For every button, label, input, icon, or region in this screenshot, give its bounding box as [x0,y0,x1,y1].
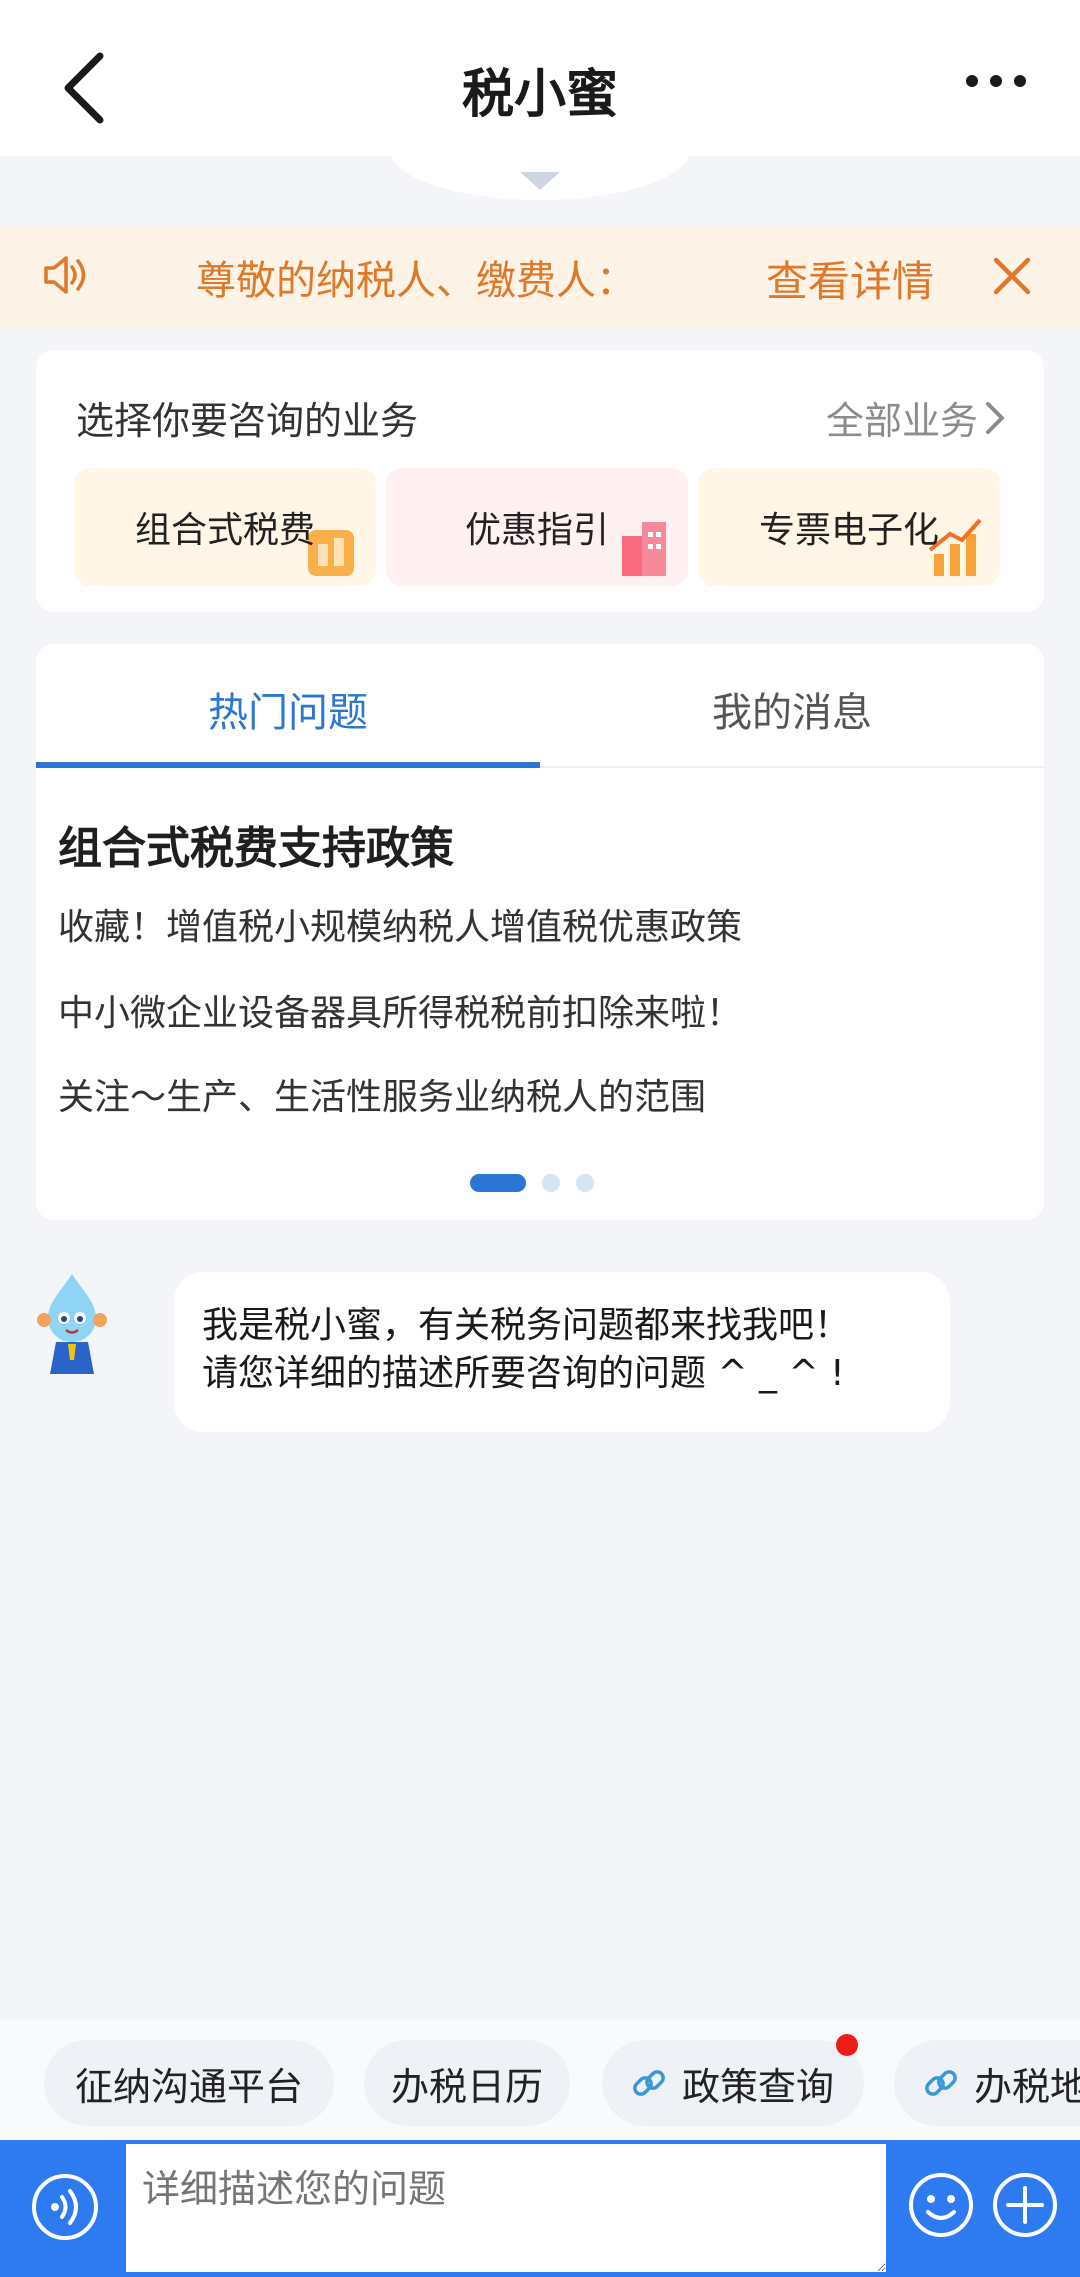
notice-bar: 尊敬的纳税人、缴费人： 查看详情 [0,226,1080,328]
business-prompt: 选择你要咨询的业务 [76,399,419,443]
chip-tax-calendar[interactable]: 办税日历 [364,2040,570,2126]
mascot-avatar [37,1274,107,1374]
question-item[interactable]: 中小微企业设备器具所得税税前扣除来啦！ [58,984,742,1036]
speaker-icon [44,256,86,294]
tile-combined-tax[interactable]: 组合式税费 [74,468,376,586]
chip-policy-query[interactable]: 政策查询 [602,2034,864,2126]
section-title[interactable]: 组合式税费支持政策 [58,812,454,876]
input-bar [0,2140,1080,2277]
chip-label: 征纳沟通平台 [74,2064,303,2109]
tile-label: 专票电子化 [758,510,939,551]
bot-message-line: 我是税小蜜，有关税务问题都来找我吧！ [202,1305,851,1346]
pull-down-handle[interactable] [390,150,690,200]
emoji-icon[interactable] [906,2170,976,2240]
quick-actions-bar: 征纳沟通平台 办税日历 政策查询 办税地 [0,2020,1080,2140]
close-icon[interactable] [990,250,1034,300]
chip-label: 政策查询 [682,2064,835,2109]
plus-icon[interactable] [990,2170,1060,2240]
more-icon[interactable] [962,66,1030,96]
tab-hot-questions[interactable]: 热门问题 [36,680,540,738]
question-input[interactable] [126,2144,886,2272]
bot-message-bubble: 我是税小蜜，有关税务问题都来找我吧！ 请您详细的描述所要咨询的问题 ^ _ ^ … [174,1272,950,1432]
chevron-right-icon [986,401,1004,434]
carousel-dot [576,1174,594,1192]
bot-message-line: 请您详细的描述所要咨询的问题 ^ _ ^ ! [202,1353,845,1394]
active-tab-indicator [36,762,540,768]
tile-preferential-guide[interactable]: 优惠指引 [386,468,688,586]
building-icon [622,522,666,576]
tile-label: 优惠指引 [464,510,609,551]
tab-my-messages[interactable]: 我的消息 [540,680,1044,738]
carousel-indicator [470,1174,610,1194]
business-card: 选择你要咨询的业务 全部业务 组合式税费 优惠指引 专票电子化 [36,350,1044,612]
chip-label: 办税地 [974,2064,1080,2109]
chip-label: 办税日历 [390,2064,543,2109]
page-title: 税小蜜 [461,65,618,125]
tile-label: 组合式税费 [134,510,315,551]
voice-input-icon[interactable] [30,2172,100,2242]
tile-einvoice[interactable]: 专票电子化 [698,468,1000,586]
header: 税小蜜 [0,0,1080,156]
link-icon [633,2070,665,2096]
question-item[interactable]: 关注～生产、生活性服务业纳税人的范围 [58,1068,706,1120]
questions-card: 热门问题 我的消息 组合式税费支持政策 收藏！增值税小规模纳税人增值税优惠政策 … [36,644,1044,1220]
all-business-label: 全部业务 [825,399,978,443]
notification-dot [836,2034,858,2056]
chip-communication-platform[interactable]: 征纳沟通平台 [44,2040,334,2126]
chip-tax-location[interactable]: 办税地 [894,2040,1080,2126]
view-details-link[interactable]: 查看详情 [766,248,934,309]
chevron-down-icon [520,172,560,190]
link-icon [925,2070,957,2096]
all-business-link[interactable]: 全部业务 [826,390,1006,445]
notice-text: 尊敬的纳税人、缴费人： [196,258,636,304]
question-item[interactable]: 收藏！增值税小规模纳税人增值税优惠政策 [58,898,742,950]
carousel-dot-active [470,1174,526,1192]
carousel-dot [542,1174,560,1192]
